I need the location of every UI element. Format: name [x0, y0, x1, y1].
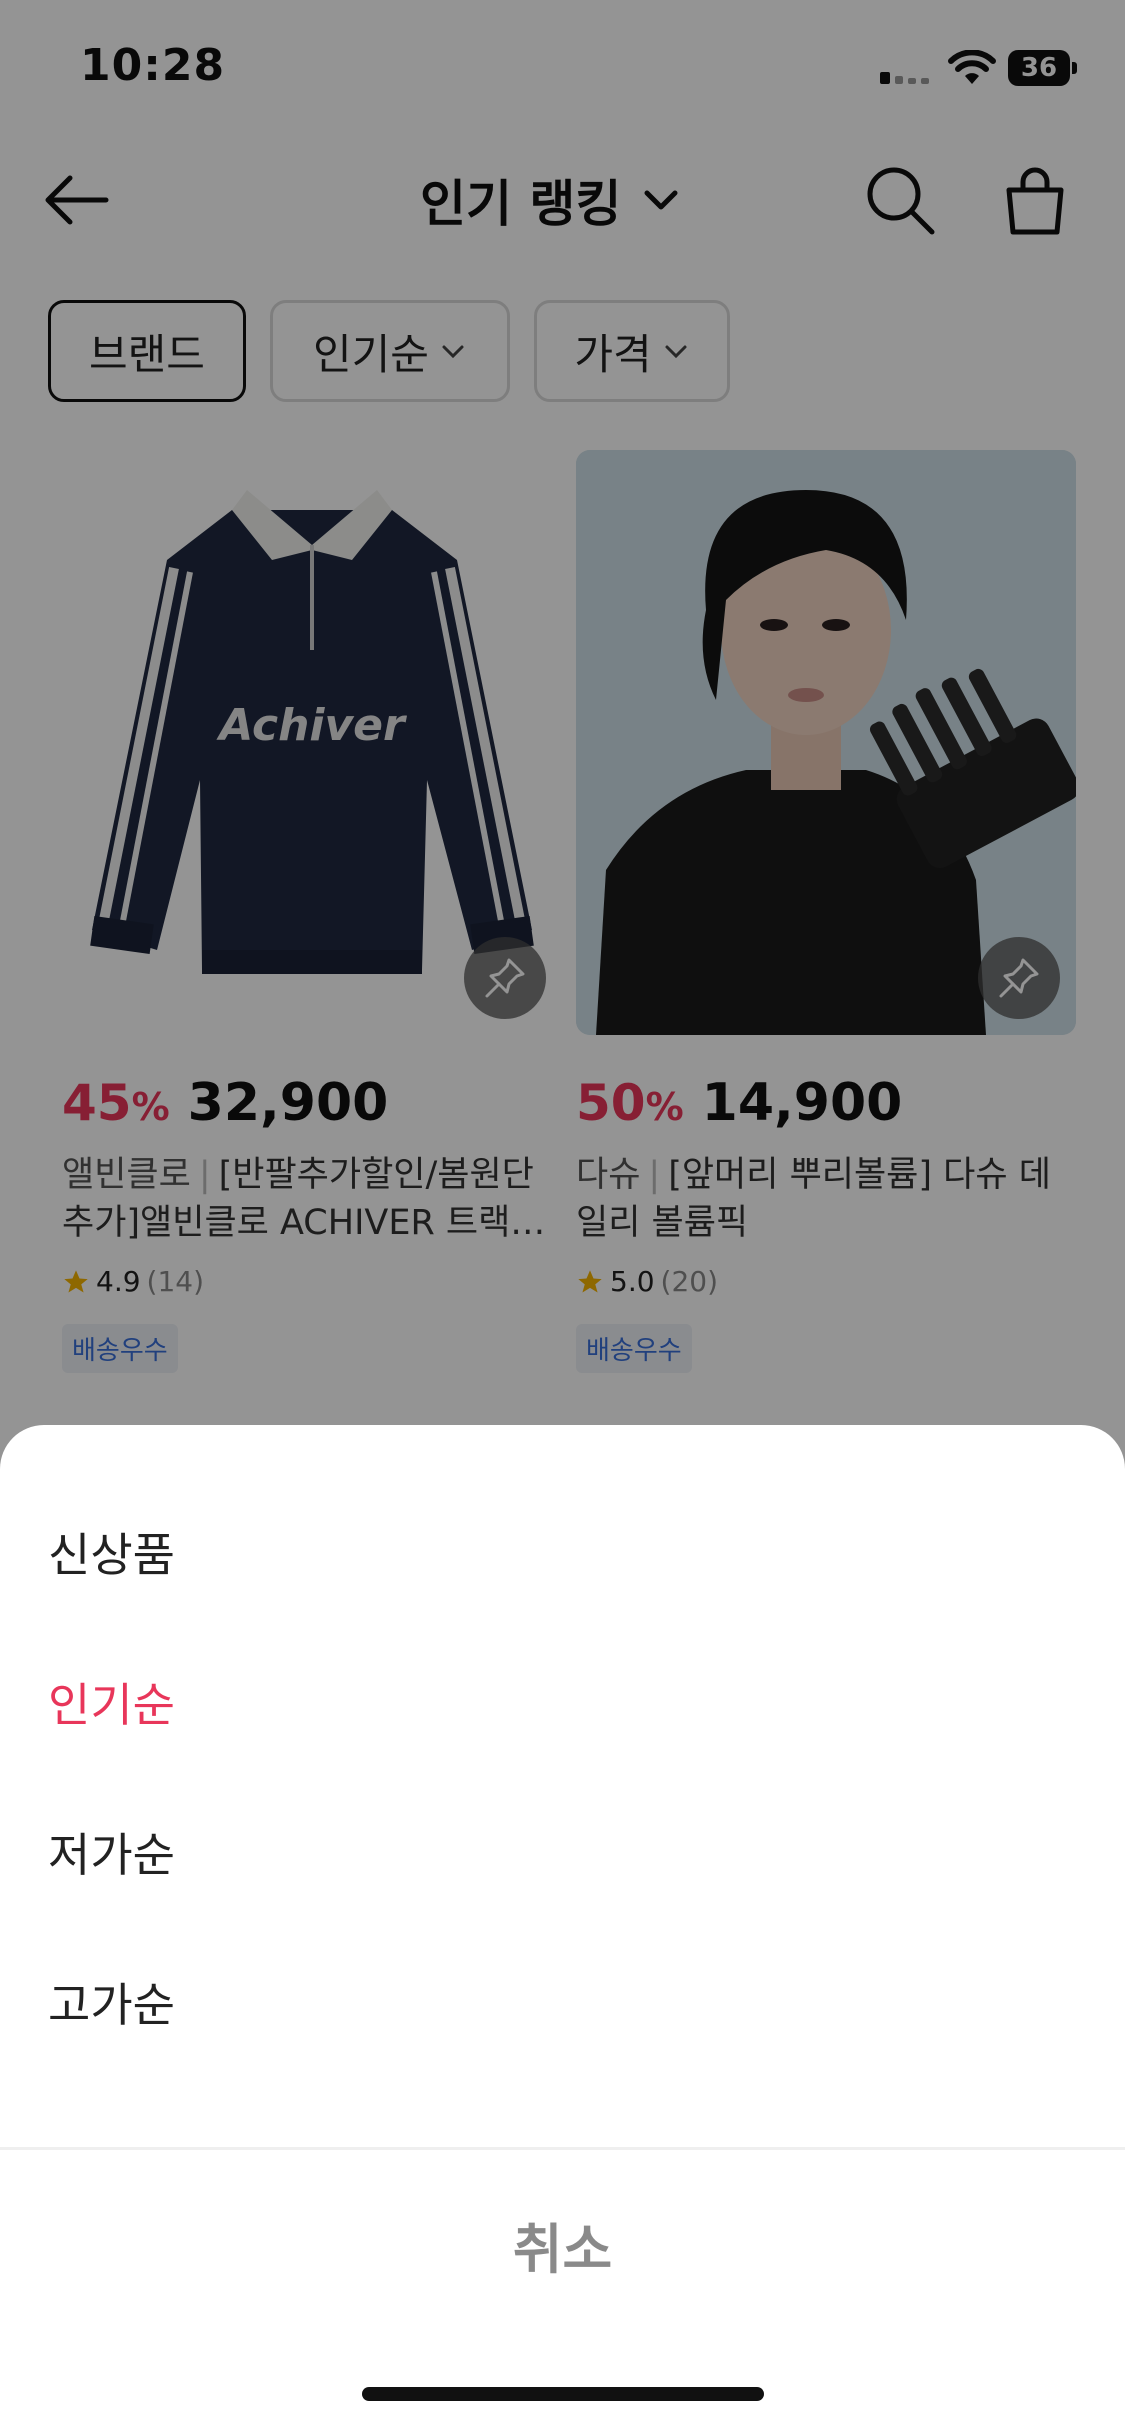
sort-option-high-price[interactable]: 고가순	[48, 1945, 1078, 2065]
home-indicator[interactable]	[362, 2387, 764, 2401]
sort-bottom-sheet: 신상품 인기순 저가순 고가순 취소	[0, 1425, 1125, 2436]
cancel-button[interactable]: 취소	[0, 2185, 1125, 2315]
sheet-divider	[0, 2147, 1125, 2150]
sort-option-newest[interactable]: 신상품	[48, 1495, 1078, 1615]
sort-option-low-price[interactable]: 저가순	[48, 1795, 1078, 1915]
sort-option-popular[interactable]: 인기순	[48, 1645, 1078, 1765]
